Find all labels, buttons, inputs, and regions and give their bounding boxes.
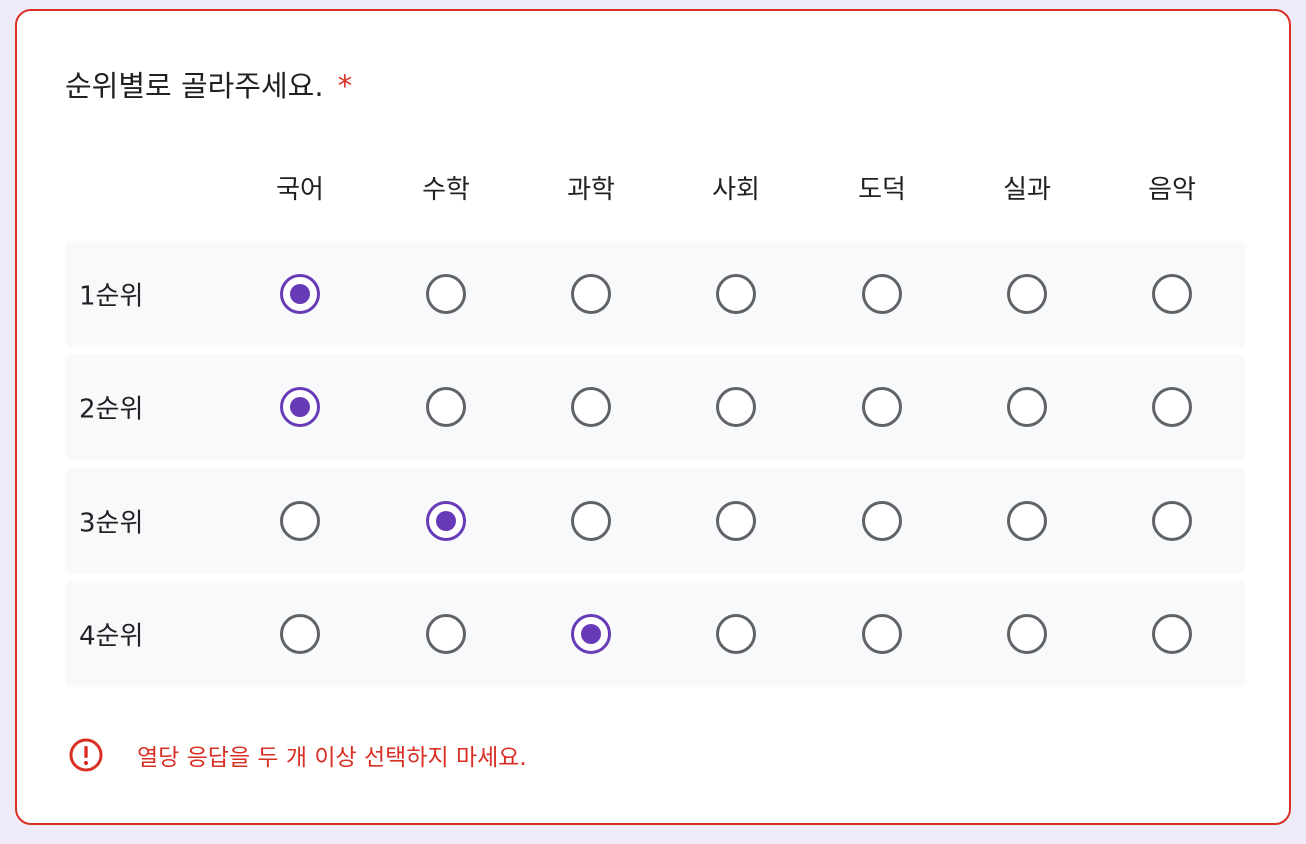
row-label: 4순위 (79, 621, 144, 652)
grid-row: 4순위 (65, 581, 1245, 687)
radio-selected-dot (581, 624, 601, 644)
radio-button[interactable] (280, 274, 320, 314)
radio-button[interactable] (426, 501, 466, 541)
radio-button[interactable] (862, 614, 902, 654)
radio-selected-dot (290, 397, 310, 417)
column-header: 수학 (422, 175, 470, 205)
error-circle-icon (69, 738, 103, 772)
radio-button[interactable] (571, 501, 611, 541)
column-header: 실과 (1003, 175, 1051, 205)
question-card: 순위별로 골라주세요. * 국어 수학 과학 사회 도덕 실과 음악 1순위 2순위 3순위 4순위… (15, 9, 1291, 825)
radio-button[interactable] (716, 387, 756, 427)
radio-button[interactable] (716, 274, 756, 314)
grid-row: 3순위 (65, 468, 1245, 574)
column-header: 과학 (567, 175, 615, 205)
radio-button[interactable] (571, 387, 611, 427)
radio-button[interactable] (426, 387, 466, 427)
radio-button[interactable] (280, 501, 320, 541)
radio-button[interactable] (571, 614, 611, 654)
question-title: 순위별로 골라주세요. * (65, 63, 352, 105)
radio-button[interactable] (862, 274, 902, 314)
radio-button[interactable] (716, 614, 756, 654)
required-asterisk: * (337, 69, 353, 103)
column-header: 사회 (712, 175, 760, 205)
question-title-text: 순위별로 골라주세요. (65, 69, 324, 103)
radio-button[interactable] (1007, 614, 1047, 654)
radio-button[interactable] (280, 614, 320, 654)
radio-button[interactable] (1152, 274, 1192, 314)
radio-button[interactable] (1007, 387, 1047, 427)
column-header: 국어 (276, 175, 324, 205)
error-message: 열당 응답을 두 개 이상 선택하지 마세요. (137, 745, 527, 771)
radio-selected-dot (290, 284, 310, 304)
radio-button[interactable] (571, 274, 611, 314)
radio-button[interactable] (716, 501, 756, 541)
radio-button[interactable] (1007, 501, 1047, 541)
radio-button[interactable] (862, 501, 902, 541)
radio-button[interactable] (1152, 387, 1192, 427)
radio-button[interactable] (426, 274, 466, 314)
column-header: 도덕 (858, 175, 906, 205)
error-message-row: 열당 응답을 두 개 이상 선택하지 마세요. (69, 735, 527, 775)
radio-button[interactable] (1007, 274, 1047, 314)
radio-button[interactable] (1152, 614, 1192, 654)
row-label: 2순위 (79, 394, 144, 425)
radio-selected-dot (436, 511, 456, 531)
grid-row: 1순위 (65, 241, 1245, 347)
row-label: 3순위 (79, 508, 144, 539)
column-header: 음악 (1148, 175, 1196, 205)
radio-button[interactable] (1152, 501, 1192, 541)
radio-button[interactable] (280, 387, 320, 427)
radio-button[interactable] (862, 387, 902, 427)
radio-button[interactable] (426, 614, 466, 654)
grid-row: 2순위 (65, 354, 1245, 460)
row-label: 1순위 (79, 281, 144, 312)
